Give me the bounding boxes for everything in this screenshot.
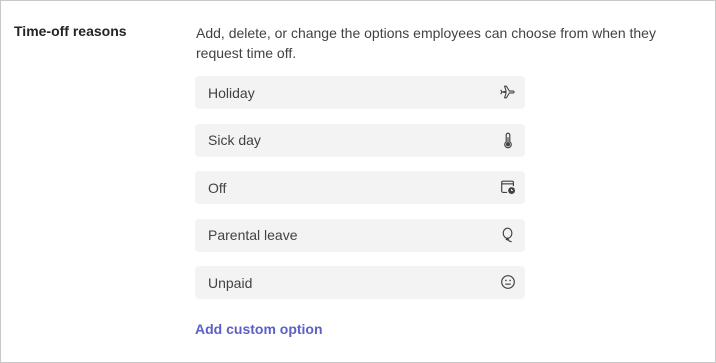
- balloon-icon[interactable]: [499, 226, 517, 244]
- add-custom-option-link[interactable]: Add custom option: [195, 321, 323, 337]
- airplane-icon[interactable]: [499, 83, 517, 101]
- neutral-face-icon[interactable]: [499, 273, 517, 291]
- thermometer-icon[interactable]: [499, 131, 517, 149]
- option-field-off[interactable]: Off: [195, 171, 525, 204]
- settings-panel: Time-off reasons Add, delete, or change …: [0, 0, 716, 363]
- option-field-unpaid[interactable]: Unpaid: [195, 266, 525, 299]
- time-off-options-list: Holiday Sick day Off Parental leave Unpa…: [195, 76, 525, 314]
- option-field-sick-day[interactable]: Sick day: [195, 123, 525, 157]
- option-label: Sick day: [208, 132, 261, 148]
- option-label: Parental leave: [208, 227, 298, 243]
- section-title: Time-off reasons: [14, 23, 127, 39]
- option-field-parental-leave[interactable]: Parental leave: [195, 218, 525, 252]
- calendar-clock-icon[interactable]: [499, 178, 517, 196]
- option-field-holiday[interactable]: Holiday: [195, 76, 525, 109]
- section-description: Add, delete, or change the options emplo…: [196, 25, 656, 61]
- option-label: Holiday: [208, 84, 255, 101]
- option-label: Off: [208, 179, 227, 196]
- option-label: Unpaid: [208, 274, 253, 291]
